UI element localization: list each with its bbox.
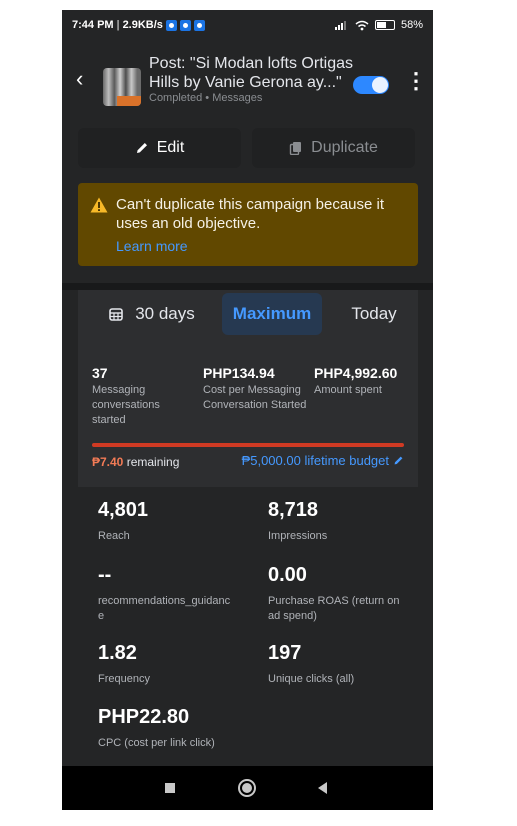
duplicate-button[interactable]: Duplicate [252, 128, 415, 168]
lifetime-budget: ₱5,000.00 lifetime budget [241, 453, 389, 468]
metric-label: Impressions [268, 530, 328, 542]
wifi-icon [355, 20, 369, 30]
messenger-notification-icon [165, 19, 177, 31]
kpi-cost-per-conversation: PHP134.94 Cost per Messaging Conversatio… [203, 365, 313, 413]
metric-purchase-roas: 0.00 Purchase ROAS (return on ad spend) [268, 564, 408, 624]
tab-maximum[interactable]: Maximum [222, 293, 322, 335]
duplicate-warning-banner: Can't duplicate this campaign because it… [78, 183, 418, 266]
metric-unique-clicks: 197 Unique clicks (all) [268, 642, 418, 687]
metric-label: Frequency [98, 673, 150, 685]
tab-30-days[interactable]: 30 days [92, 293, 212, 335]
kpi-value: PHP4,992.60 [314, 365, 398, 381]
messenger-notification-icon [193, 19, 205, 31]
battery-level: 58% [400, 19, 423, 31]
more-options-icon[interactable]: ⋮ [405, 70, 427, 92]
lifetime-budget-link[interactable]: ₱5,000.00 lifetime budget [242, 453, 404, 468]
campaign-toggle[interactable] [353, 76, 389, 94]
campaign-objective: Messages [212, 92, 263, 104]
metric-label: Reach [98, 530, 130, 542]
learn-more-link[interactable]: Learn more [116, 238, 188, 254]
campaign-status-line: Completed • Messages [149, 92, 262, 104]
pencil-icon [136, 143, 147, 153]
metric-impressions: 8,718 Impressions [268, 499, 418, 544]
phone-screen: 7:44 PM | 2.9KB/s 58% ‹ Post: "Si Modan … [62, 10, 433, 810]
metric-value: 0.00 [268, 564, 307, 586]
calendar-icon [109, 308, 124, 321]
metric-value: 4,801 [98, 499, 149, 521]
metric-frequency: 1.82 Frequency [98, 642, 248, 687]
remaining-amount: ₱7.40 [92, 455, 124, 469]
back-arrow-icon[interactable]: ‹ [76, 68, 83, 90]
pencil-icon [394, 456, 403, 465]
warning-text: Can't duplicate this campaign because it… [116, 196, 385, 232]
metric-label: CPC (cost per link click) [98, 737, 215, 749]
kpi-label: Amount spent [314, 384, 382, 396]
tab-today[interactable]: Today [334, 293, 414, 335]
edit-label: Edit [156, 139, 185, 156]
remaining-suffix: remaining [126, 455, 180, 469]
status-right: 58% [334, 19, 423, 31]
back-triangle-icon[interactable] [318, 782, 327, 794]
date-range-tabs: 30 days Maximum Today [78, 290, 418, 345]
metrics-grid: 4,801 Reach 8,718 Impressions -- recomme… [78, 487, 418, 770]
status-time: 7:44 PM [72, 19, 114, 31]
kpi-label: Messaging conversations started [92, 384, 160, 426]
messenger-notification-icon [179, 19, 191, 31]
status-separator: | [113, 19, 123, 31]
kpi-value: 37 [92, 365, 108, 381]
battery-icon [374, 20, 395, 30]
campaign-header: ‹ Post: "Si Modan lofts Ortigas Hills by… [62, 46, 433, 116]
status-dot: • [205, 92, 210, 104]
metric-value: -- [98, 564, 112, 586]
warning-triangle-icon [90, 197, 108, 213]
home-icon[interactable] [238, 779, 256, 797]
copy-icon [289, 142, 302, 155]
recents-icon[interactable] [165, 783, 175, 793]
network-speed: 2.9KB/s [122, 19, 163, 31]
kpi-messaging-conversations: 37 Messaging conversations started [92, 365, 192, 428]
edit-button[interactable]: Edit [78, 128, 241, 168]
budget-progress-bar [92, 443, 404, 447]
campaign-status: Completed [149, 92, 203, 104]
metric-recommendations: -- recommendations_guidance [98, 564, 233, 624]
metric-value: 8,718 [268, 499, 319, 521]
metric-cpc: PHP22.80 CPC (cost per link click) [98, 706, 248, 751]
budget-remaining: ₱7.40 remaining [92, 455, 179, 469]
metric-value: PHP22.80 [98, 706, 190, 728]
status-bar: 7:44 PM | 2.9KB/s 58% [62, 10, 433, 40]
kpi-amount-spent: PHP4,992.60 Amount spent [314, 365, 414, 398]
metric-label: Purchase ROAS (return on ad spend) [268, 595, 400, 622]
insights-panel: 30 days Maximum Today 37 Messaging conve… [78, 290, 418, 770]
kpi-value: PHP134.94 [203, 365, 275, 381]
metric-label: recommendations_guidance [98, 595, 231, 622]
post-thumbnail [103, 68, 141, 106]
android-nav-bar [62, 766, 433, 810]
kpi-label: Cost per Messaging Conversation Started [203, 384, 307, 411]
metric-value: 1.82 [98, 642, 137, 664]
section-divider [62, 283, 433, 290]
metric-label: Unique clicks (all) [268, 673, 355, 685]
metric-value: 197 [268, 642, 302, 664]
tab-30-days-label: 30 days [135, 304, 195, 323]
signal-icon [334, 21, 346, 30]
duplicate-label: Duplicate [311, 139, 378, 156]
metric-reach: 4,801 Reach [98, 499, 248, 544]
campaign-title: Post: "Si Modan lofts Ortigas Hills by V… [149, 55, 353, 91]
